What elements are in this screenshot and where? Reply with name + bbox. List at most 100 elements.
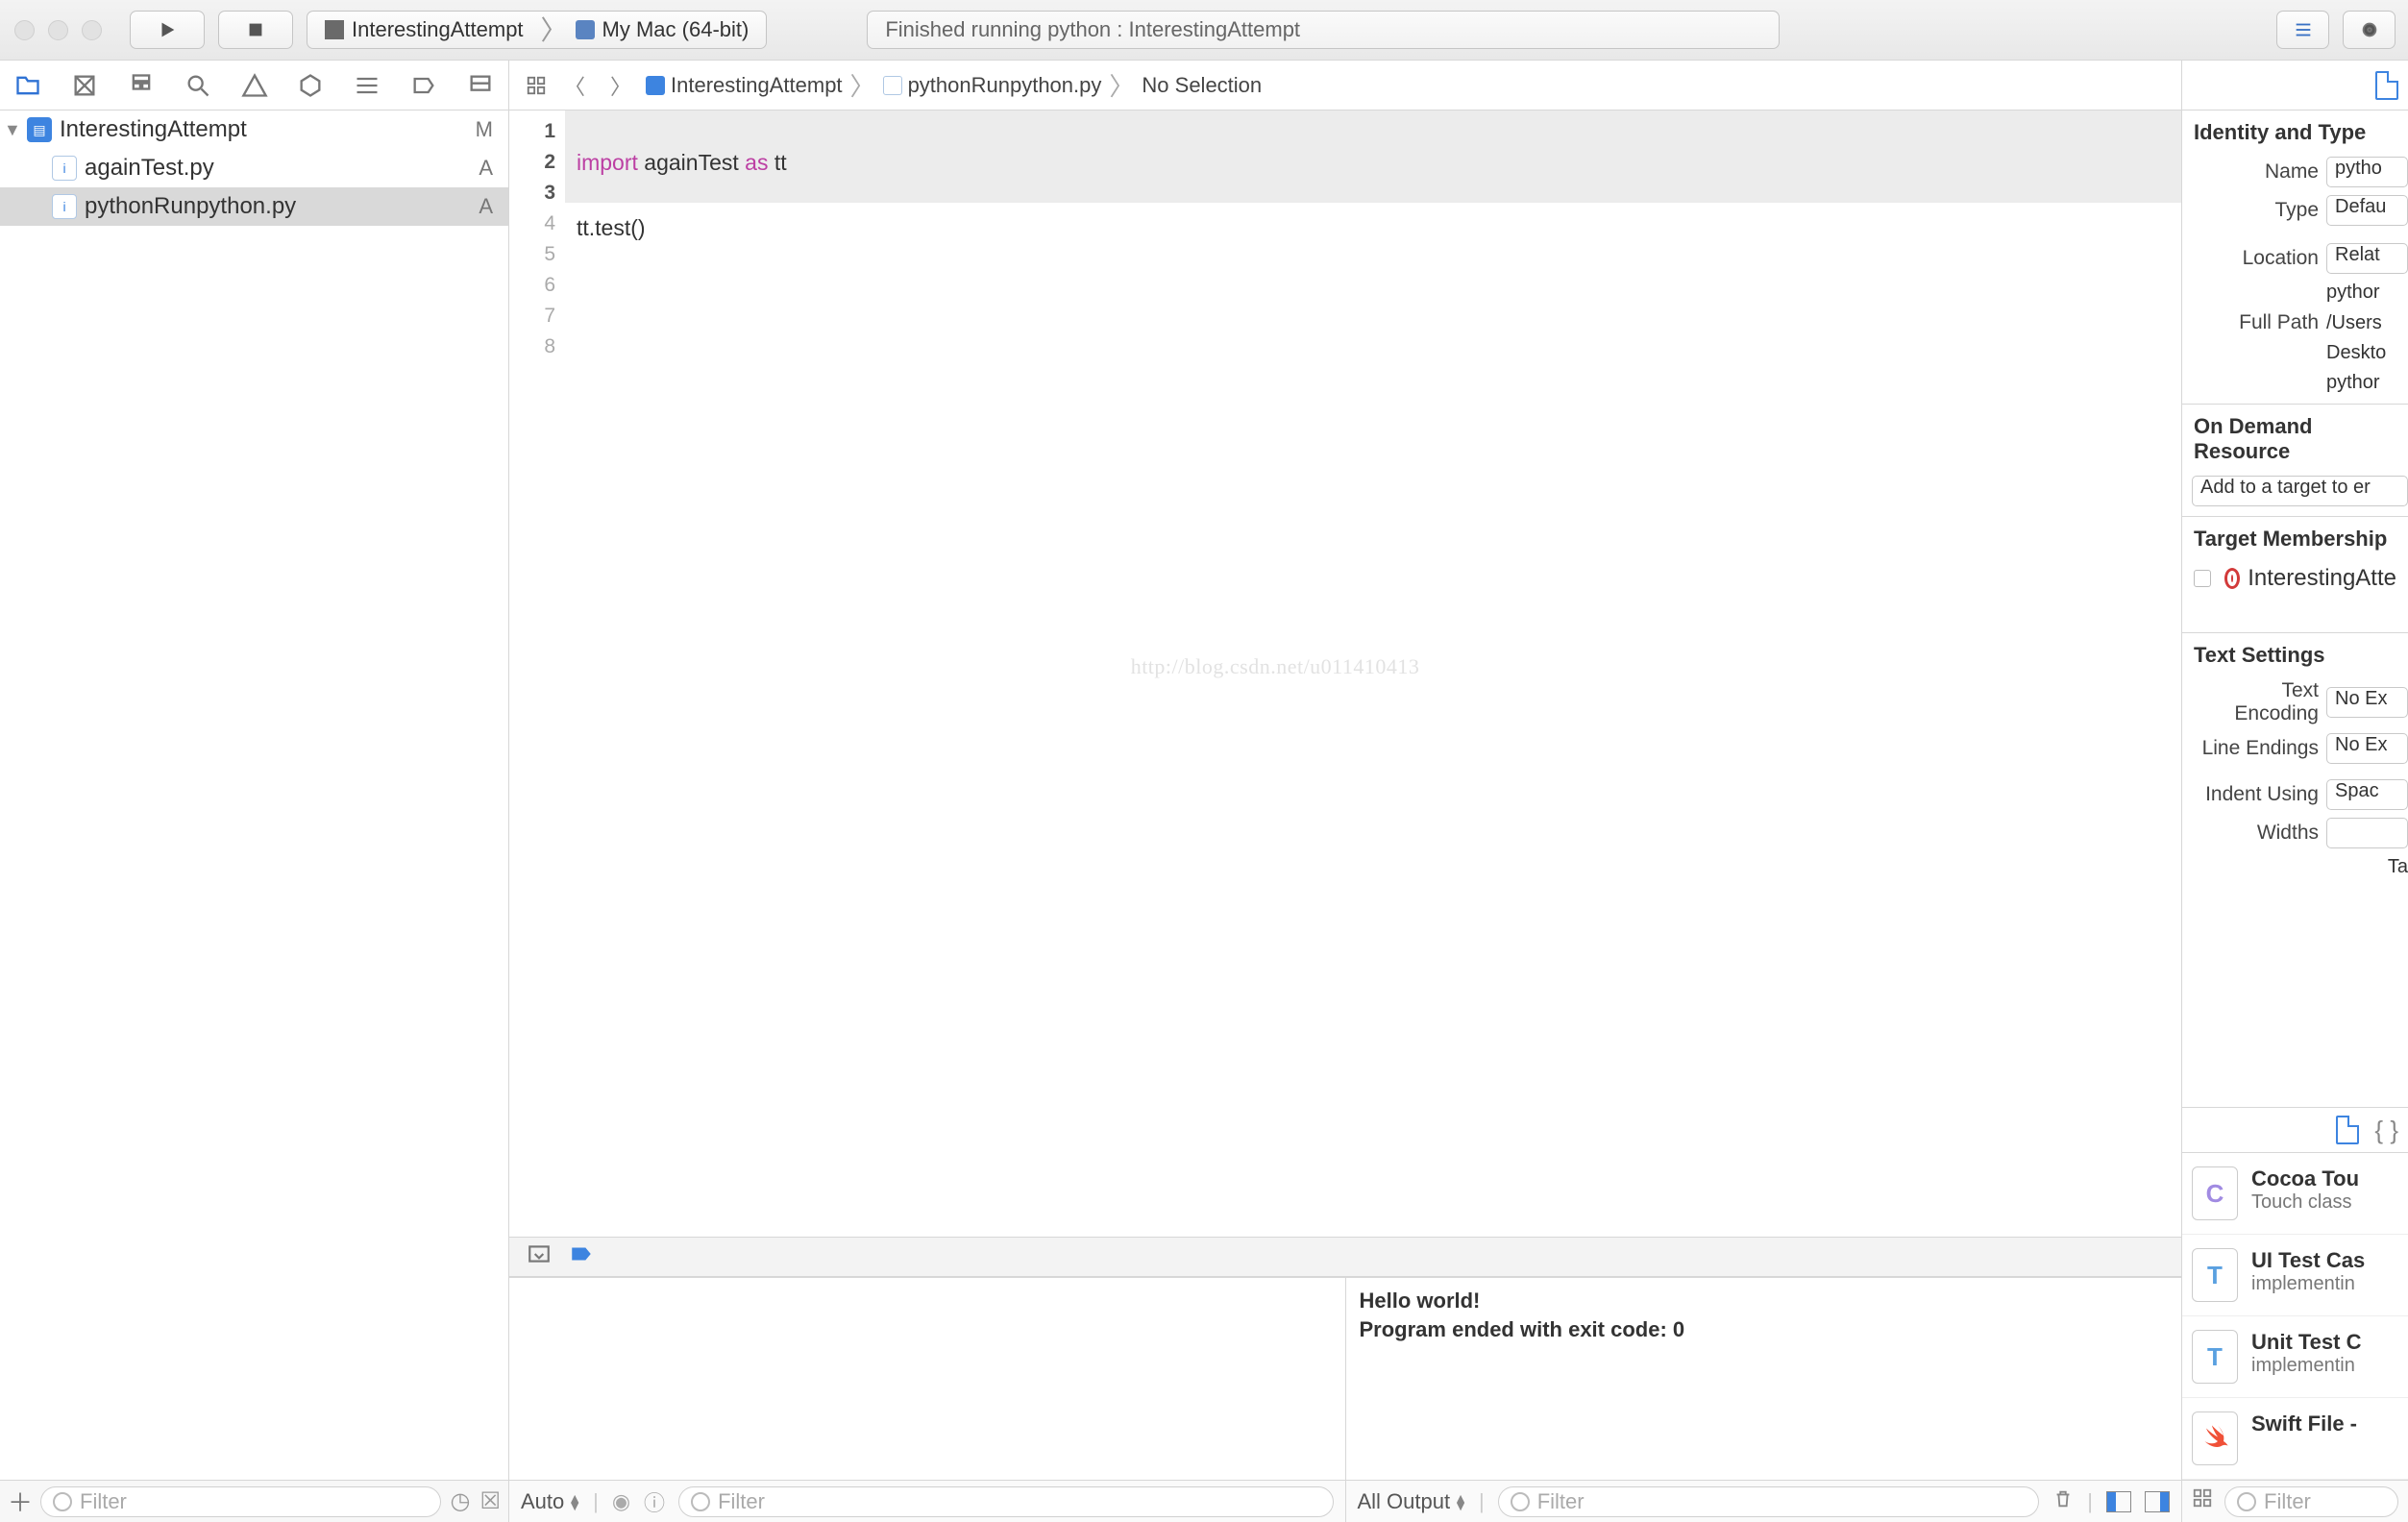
minimize-window-dot[interactable] (48, 20, 68, 40)
scheme-project-label: InterestingAttempt (352, 17, 524, 42)
disclosure-triangle-icon[interactable]: ▼ (4, 120, 19, 140)
utilities-panel: Identity and Type Namepytho TypeDefau Lo… (2181, 61, 2408, 1522)
console-filter-input[interactable]: Filter (1498, 1486, 2040, 1517)
watermark-text: http://blog.csdn.net/u011410413 (1131, 651, 1420, 682)
find-navigator-icon[interactable] (174, 65, 221, 106)
source-editor[interactable]: 1 2 3 4 5 6 7 8 import againTest as tt t… (509, 110, 2181, 1237)
chevron-right-icon: 〉 (1107, 67, 1136, 103)
close-window-dot[interactable] (14, 20, 35, 40)
variables-filter-bar: Auto ▲▼ | ◉ ⓘ Filter (509, 1480, 1345, 1522)
target-checkbox[interactable] (2194, 570, 2211, 587)
show-console-pane-button[interactable] (2145, 1491, 2170, 1512)
scm-status-badge: A (479, 156, 493, 181)
symbol-navigator-icon[interactable] (118, 65, 165, 106)
test-navigator-icon[interactable] (287, 65, 334, 106)
library-list: CCocoa TouTouch class TUI Test Casimplem… (2182, 1153, 2408, 1480)
section-title: Target Membership (2182, 517, 2408, 559)
library-item[interactable]: TUnit Test Cimplementin (2182, 1316, 2408, 1398)
filter-placeholder: Filter (80, 1489, 127, 1514)
library-item[interactable]: Swift File - (2182, 1398, 2408, 1480)
odr-tags-field[interactable]: Add to a target to er (2192, 476, 2408, 506)
jump-bar-crumb[interactable]: InterestingAttempt (640, 73, 848, 98)
debug-navigator-icon[interactable] (344, 65, 391, 106)
zoom-window-dot[interactable] (82, 20, 102, 40)
debug-area: Auto ▲▼ | ◉ ⓘ Filter Hello world! Progra… (509, 1277, 2181, 1522)
location-selector[interactable]: Relat (2326, 243, 2408, 274)
library-item[interactable]: CCocoa TouTouch class (2182, 1153, 2408, 1235)
project-navigator-icon[interactable] (5, 65, 52, 106)
scheme-selector[interactable]: InterestingAttempt 〉 My Mac (64-bit) (307, 11, 767, 49)
code-text[interactable]: import againTest as tt tt.test() http://… (565, 110, 2181, 1237)
quicklook-icon[interactable]: ◉ (612, 1489, 630, 1514)
file-row[interactable]: i againTest.py A (0, 149, 508, 187)
filter-scope-icon (691, 1492, 710, 1511)
jump-bar: 〈 〉 InterestingAttempt 〉 pythonRunpython… (509, 61, 2181, 110)
hide-debug-area-button[interactable] (527, 1241, 552, 1273)
breakpoint-navigator-icon[interactable] (400, 65, 447, 106)
type-selector[interactable]: Defau (2326, 195, 2408, 226)
python-file-icon: i (52, 156, 77, 181)
library-filter-input[interactable]: Filter (2224, 1486, 2398, 1517)
breakpoint-toggle-icon[interactable] (569, 1241, 594, 1273)
source-control-navigator-icon[interactable] (61, 65, 109, 106)
indent-using-selector[interactable]: Spac (2326, 779, 2408, 810)
history-back-button[interactable]: 〈 (555, 68, 594, 103)
add-files-button[interactable]: ＋ (8, 1484, 31, 1519)
line-number-gutter: 1 2 3 4 5 6 7 8 (509, 110, 565, 1237)
editor-area: 〈 〉 InterestingAttempt 〉 pythonRunpython… (509, 61, 2181, 1522)
template-icon: C (2192, 1166, 2238, 1220)
toolbar: InterestingAttempt 〉 My Mac (64-bit) Fin… (0, 0, 2408, 61)
inspector-selector-bar (2182, 61, 2408, 110)
recent-files-filter-icon[interactable]: ◷ (451, 1487, 471, 1515)
jump-bar-crumb[interactable]: No Selection (1136, 73, 1267, 98)
debug-bar (509, 1237, 2181, 1277)
jump-bar-crumb[interactable]: pythonRunpython.py (877, 73, 1108, 98)
navigator-panel: ▼ ▤ InterestingAttempt M i againTest.py … (0, 61, 509, 1522)
related-items-button[interactable] (517, 68, 555, 103)
section-title: On Demand Resource (2182, 405, 2408, 472)
chevron-right-icon: 〉 (541, 10, 558, 48)
run-button[interactable] (130, 11, 205, 49)
console-view: Hello world! Program ended with exit cod… (1346, 1278, 2182, 1522)
variables-filter-input[interactable]: Filter (678, 1486, 1333, 1517)
filter-scope-icon (1511, 1492, 1530, 1511)
variables-scope-selector[interactable]: Auto ▲▼ (521, 1489, 579, 1514)
python-file-icon: i (52, 194, 77, 219)
scm-filter-icon[interactable]: ☒ (479, 1487, 501, 1515)
info-icon[interactable]: ⓘ (644, 1486, 665, 1517)
name-field[interactable]: pytho (2326, 157, 2408, 187)
filter-scope-icon (53, 1492, 72, 1511)
history-forward-button[interactable]: 〉 (602, 68, 640, 103)
file-template-library-icon[interactable] (2336, 1116, 2359, 1144)
python-file-icon (883, 76, 902, 95)
library-view-grid-button[interactable] (2192, 1487, 2213, 1515)
assistant-editor-button[interactable] (2343, 11, 2396, 49)
tree-root[interactable]: ▼ ▤ InterestingAttempt M (0, 110, 508, 149)
widths-field[interactable] (2326, 818, 2408, 848)
stop-button[interactable] (218, 11, 293, 49)
status-text: Finished running python : InterestingAtt… (885, 17, 1300, 42)
code-snippet-library-icon[interactable]: { } (2374, 1116, 2398, 1145)
library-filter-bar: Filter (2182, 1480, 2408, 1522)
standard-editor-button[interactable] (2276, 11, 2329, 49)
library-item[interactable]: TUI Test Casimplementin (2182, 1235, 2408, 1316)
file-inspector-icon[interactable] (2375, 71, 2398, 100)
navigator-selector-bar (0, 61, 508, 110)
report-navigator-icon[interactable] (456, 65, 504, 106)
filter-scope-icon (2237, 1492, 2256, 1511)
window-traffic-lights (14, 20, 102, 40)
file-row[interactable]: i pythonRunpython.py A (0, 187, 508, 226)
activity-status-bar: Finished running python : InterestingAtt… (867, 11, 1780, 49)
console-output[interactable]: Hello world! Program ended with exit cod… (1346, 1278, 2182, 1480)
text-encoding-selector[interactable]: No Ex (2326, 687, 2408, 718)
project-file-tree: ▼ ▤ InterestingAttempt M i againTest.py … (0, 110, 508, 1480)
variables-view: Auto ▲▼ | ◉ ⓘ Filter (509, 1278, 1346, 1522)
issue-navigator-icon[interactable] (231, 65, 278, 106)
console-output-selector[interactable]: All Output ▲▼ (1358, 1489, 1465, 1514)
scheme-device-label: My Mac (64-bit) (602, 17, 749, 42)
line-endings-selector[interactable]: No Ex (2326, 733, 2408, 764)
target-membership-row[interactable]: InterestingAtte (2182, 559, 2408, 598)
show-variables-pane-button[interactable] (2106, 1491, 2131, 1512)
clear-console-button[interactable] (2052, 1488, 2074, 1515)
navigator-filter-input[interactable]: Filter (40, 1486, 441, 1517)
